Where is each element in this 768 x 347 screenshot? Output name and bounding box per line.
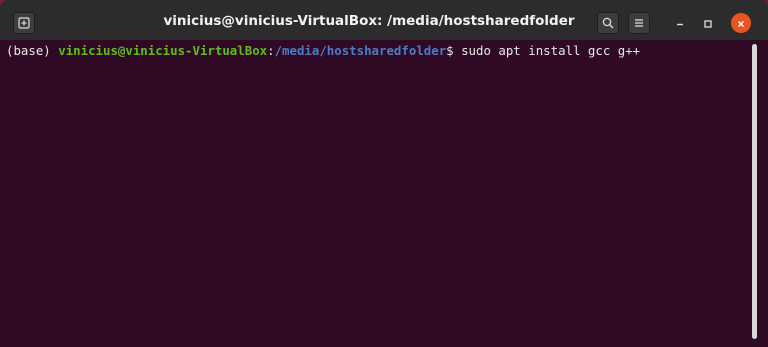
- new-tab-button[interactable]: [13, 12, 35, 34]
- search-icon: [602, 14, 614, 33]
- title-bar[interactable]: vinicius@vinicius-VirtualBox: /media/hos…: [0, 0, 768, 40]
- terminal-output-area[interactable]: (base) vinicius@vinicius-VirtualBox:/med…: [0, 40, 768, 347]
- command-line: (base) vinicius@vinicius-VirtualBox:/med…: [6, 43, 640, 59]
- search-button[interactable]: [597, 12, 619, 34]
- close-icon: [736, 14, 746, 33]
- prompt-user-host: vinicius@vinicius-VirtualBox: [58, 43, 268, 58]
- terminal-window: vinicius@vinicius-VirtualBox: /media/hos…: [0, 0, 768, 347]
- prompt-path: /media/hostsharedfolder: [274, 43, 447, 58]
- prompt-symbol: $: [446, 43, 454, 58]
- minimize-button[interactable]: [670, 13, 690, 33]
- new-tab-icon: [18, 14, 30, 33]
- hamburger-menu-icon: [633, 14, 645, 33]
- maximize-button[interactable]: [698, 13, 718, 33]
- conda-env-label: (base): [6, 43, 51, 58]
- window-title: vinicius@vinicius-VirtualBox: /media/hos…: [163, 13, 575, 29]
- maximize-icon: [703, 14, 713, 33]
- minimize-icon: [675, 14, 685, 33]
- vertical-scrollbar[interactable]: [752, 44, 757, 339]
- prompt-separator: :: [267, 43, 275, 58]
- command-text: sudo apt install gcc g++: [461, 43, 641, 58]
- menu-button[interactable]: [628, 12, 650, 34]
- close-button[interactable]: [731, 13, 751, 33]
